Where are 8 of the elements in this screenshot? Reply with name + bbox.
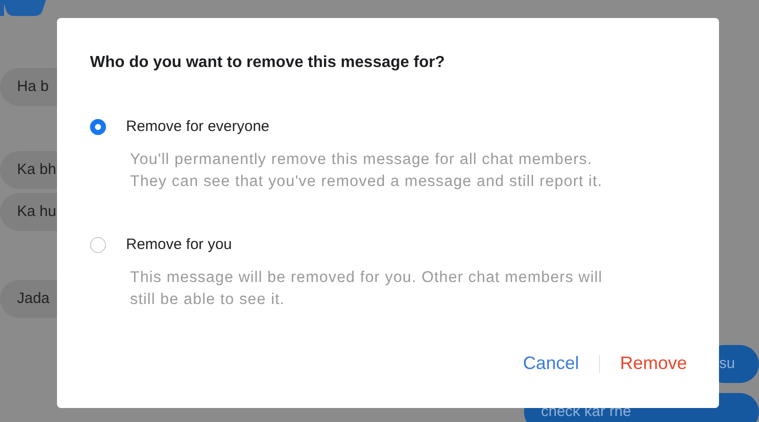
option-label[interactable]: Remove for everyone [126,118,270,135]
remove-button[interactable]: Remove [620,353,687,374]
option-description: This message will be removed for you. Other chat members will still be able to see it. [130,268,604,310]
radio-button[interactable] [90,118,106,134]
cancel-button[interactable]: Cancel [522,353,579,374]
option-description: You'll permanently remove this message for all chat members. They can see that you've removed a message and still report it. [130,150,604,192]
radio-button[interactable] [90,236,106,252]
option-label[interactable]: Remove for you [126,236,232,253]
